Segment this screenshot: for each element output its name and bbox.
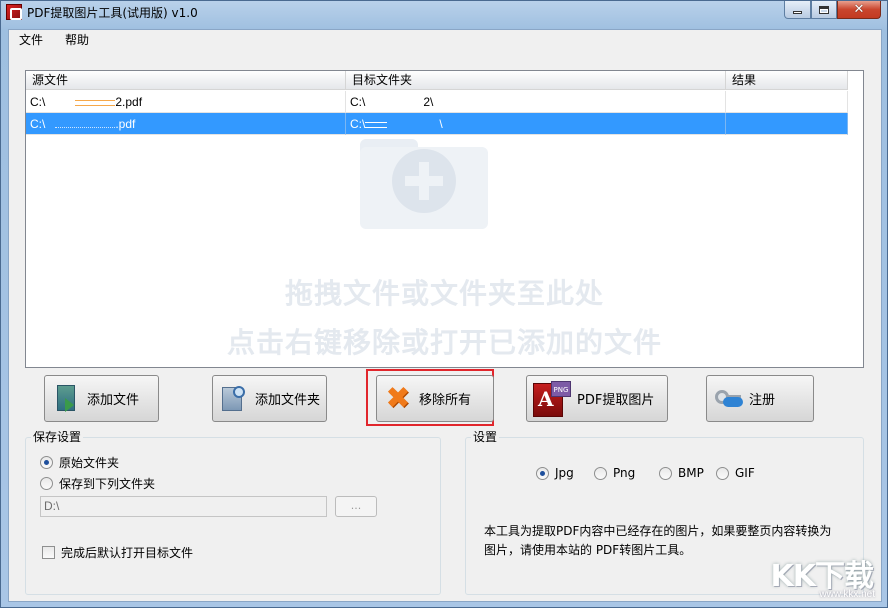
source-path-prefix: C:\ <box>30 117 46 131</box>
open-after-checkbox[interactable] <box>42 546 55 559</box>
redacted-path <box>365 100 423 106</box>
source-path-suffix: .pdf <box>115 117 136 131</box>
settings-title: 设置 <box>471 430 500 444</box>
radio-custom-label: 保存到下列文件夹 <box>59 477 156 491</box>
title-bar[interactable]: PDF提取图片工具(试用版) v1.0 ✕ <box>1 1 887 23</box>
target-path-prefix: C:\ <box>350 117 366 131</box>
radio-button[interactable] <box>716 466 729 480</box>
target-path-prefix: C:\ <box>350 95 366 109</box>
redacted-path <box>387 122 439 128</box>
add-folder-label: 添加文件夹 <box>255 393 321 408</box>
add-folder-icon <box>219 384 249 414</box>
browse-button[interactable]: ... <box>335 496 377 517</box>
file-list[interactable]: 拖拽文件或文件夹至此处 点击右键移除或打开已添加的文件 源文件 目标文件夹 结果… <box>25 70 864 368</box>
format-bmp-label: BMP <box>678 466 704 480</box>
minimize-button[interactable] <box>784 1 811 19</box>
source-path-prefix: C:\ <box>30 95 46 109</box>
minimize-icon <box>793 11 802 14</box>
open-after-checkbox-row[interactable]: 完成后默认打开目标文件 <box>42 544 193 561</box>
menu-help[interactable]: 帮助 <box>54 30 100 50</box>
pdf-extract-button[interactable]: A PNG PDF提取图片 <box>526 375 668 422</box>
remove-all-label: 移除所有 <box>419 393 472 408</box>
register-button[interactable]: 注册 <box>706 375 814 422</box>
row-source-cell: C:\ .pdf <box>26 113 346 135</box>
row-result-cell <box>726 113 848 135</box>
app-icon[interactable] <box>6 4 22 20</box>
menu-file[interactable]: 文件 <box>9 30 54 50</box>
save-path-input[interactable]: D:\ <box>40 496 327 517</box>
add-folder-button[interactable]: 添加文件夹 <box>212 375 327 422</box>
format-option-gif[interactable]: GIF <box>716 466 755 480</box>
plus-icon <box>392 149 456 213</box>
format-option-bmp[interactable]: BMP <box>659 466 704 480</box>
maximize-icon <box>819 5 829 14</box>
radio-button[interactable] <box>594 466 607 480</box>
radio-button-checked[interactable] <box>536 466 549 480</box>
save-settings-group: 保存设置 原始文件夹 保存到下列文件夹 D:\ ... 完成后默认打开目标文件 <box>25 430 441 595</box>
format-option-png[interactable]: Png <box>594 466 635 480</box>
key-icon <box>713 384 743 414</box>
watermark-url: www.kkx.net <box>819 589 875 600</box>
format-option-jpg[interactable]: Jpg <box>536 466 574 480</box>
row-target-cell: C:\ 2\ <box>346 91 726 113</box>
window-title: PDF提取图片工具(试用版) v1.0 <box>27 6 198 20</box>
table-row[interactable]: C:\ 2.pdf C:\ 2\ <box>26 91 848 113</box>
target-path-suffix: 2\ <box>423 95 434 109</box>
register-label: 注册 <box>749 393 776 408</box>
redacted-path <box>75 99 116 106</box>
maximize-button[interactable] <box>811 1 837 19</box>
radio-button[interactable] <box>40 477 53 490</box>
row-target-cell: C:\ \ <box>346 113 726 135</box>
source-path-suffix: 2.pdf <box>115 95 143 109</box>
pdf-icon: A PNG <box>533 380 571 417</box>
window-controls: ✕ <box>784 1 881 19</box>
open-after-label: 完成后默认打开目标文件 <box>61 546 194 560</box>
menu-bar: 文件 帮助 <box>9 30 881 50</box>
column-header-result[interactable]: 结果 <box>726 71 848 90</box>
close-button[interactable]: ✕ <box>837 1 881 19</box>
site-watermark: KK下载 www.kkx.net <box>761 551 879 601</box>
radio-original-folder[interactable]: 原始文件夹 <box>40 454 119 471</box>
redacted-path <box>55 122 116 128</box>
drop-folder-icon <box>360 139 488 229</box>
drop-hint-line2: 点击右键移除或打开已添加的文件 <box>226 326 662 359</box>
column-header-source[interactable]: 源文件 <box>26 71 346 90</box>
remove-all-button[interactable]: ✖ 移除所有 <box>376 375 494 422</box>
redacted-path <box>365 121 388 128</box>
format-png-label: Png <box>613 466 636 480</box>
radio-button-checked[interactable] <box>40 456 53 469</box>
png-badge: PNG <box>551 380 571 397</box>
format-jpg-label: Jpg <box>555 466 574 480</box>
save-settings-title: 保存设置 <box>31 430 84 444</box>
add-file-button[interactable]: 添加文件 <box>44 375 159 422</box>
radio-button[interactable] <box>659 466 672 480</box>
format-gif-label: GIF <box>735 466 755 480</box>
add-file-label: 添加文件 <box>87 393 140 408</box>
drop-hint-line1: 拖拽文件或文件夹至此处 <box>284 277 604 310</box>
app-window: PDF提取图片工具(试用版) v1.0 ✕ 文件 帮助 拖拽文件或文件夹至此处 … <box>0 0 888 608</box>
row-source-cell: C:\ 2.pdf <box>26 91 346 113</box>
column-header-target[interactable]: 目标文件夹 <box>346 71 726 90</box>
pdf-extract-label: PDF提取图片 <box>577 393 655 408</box>
radio-custom-folder[interactable]: 保存到下列文件夹 <box>40 475 155 492</box>
close-icon: ✕ <box>853 2 865 17</box>
table-row-selected[interactable]: C:\ .pdf C:\ \ <box>26 113 848 135</box>
target-path-suffix: \ <box>439 117 443 131</box>
remove-x-icon: ✖ <box>385 380 411 416</box>
add-file-icon <box>51 384 81 414</box>
row-result-cell <box>726 91 848 113</box>
client-area: 文件 帮助 拖拽文件或文件夹至此处 点击右键移除或打开已添加的文件 源文件 目标… <box>8 29 882 602</box>
file-list-header: 源文件 目标文件夹 结果 <box>26 71 848 90</box>
radio-original-label: 原始文件夹 <box>59 456 120 470</box>
